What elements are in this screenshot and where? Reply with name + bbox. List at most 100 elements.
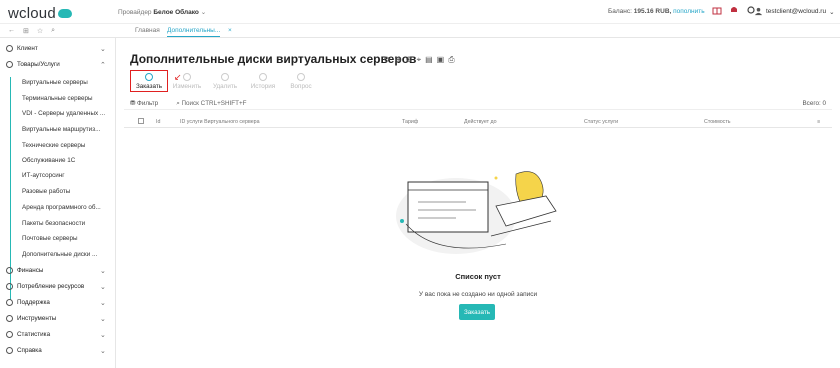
search-input[interactable]: ⌕ Поиск CTRL+SHIFT+F bbox=[176, 100, 246, 108]
user-icon bbox=[754, 7, 763, 16]
pin-icon[interactable]: ⌖ bbox=[417, 55, 422, 65]
filter-bar: ⛃ Фильтр ⌕ Поиск CTRL+SHIFT+F Всего: 0 bbox=[124, 98, 832, 110]
empty-state-illustration bbox=[396, 171, 557, 254]
columns-menu-icon[interactable]: ≡ bbox=[817, 119, 820, 125]
sidebar-item[interactable]: Почтовые серверы bbox=[22, 235, 78, 242]
table-header: Id ID услуги Виртуального сервера Тариф … bbox=[124, 116, 832, 128]
provider-selector[interactable]: Провайдер Белое Облако ⌄ bbox=[118, 8, 206, 16]
history-icon bbox=[259, 72, 267, 81]
sidebar-item[interactable]: Пакеты безопасности bbox=[22, 220, 85, 227]
question-button[interactable]: Вопрос bbox=[282, 70, 320, 92]
tab-home[interactable]: Главная bbox=[135, 27, 160, 34]
nav-icons: ← ⊞ ☆ ⌕ bbox=[8, 27, 55, 35]
search-icon[interactable]: ⌕ bbox=[51, 27, 55, 35]
provider-label: Провайдер bbox=[118, 9, 152, 16]
chevron-down-icon[interactable]: ⌄ bbox=[100, 299, 106, 307]
logo-text: wcloud bbox=[8, 5, 56, 22]
sidebar-group-label: Товары/Услуги bbox=[17, 61, 60, 68]
chevron-up-icon[interactable]: ⌃ bbox=[100, 61, 106, 69]
sidebar-group-finance[interactable]: Финансы bbox=[6, 267, 43, 274]
edit-label: Изменить bbox=[172, 82, 202, 90]
tab-additional-disks[interactable]: Дополнительны... bbox=[167, 27, 221, 37]
sidebar-group-tools[interactable]: Инструменты bbox=[6, 315, 56, 322]
toolbar: Заказать Изменить Удалить История Вопрос bbox=[130, 70, 320, 92]
sidebar-item-active[interactable]: Дополнительные диски ... bbox=[22, 251, 97, 258]
sidebar-group-help[interactable]: Справка bbox=[6, 347, 42, 354]
select-all-checkbox[interactable] bbox=[138, 118, 144, 124]
title-icons: ⟳ ⊕ ⚙ ⌖ ▤ ▣ ⎙ bbox=[384, 55, 455, 65]
sidebar-group-support[interactable]: Поддержка bbox=[6, 299, 50, 306]
header-icons bbox=[712, 5, 756, 15]
main-content: Дополнительные диски виртуальных серверо… bbox=[116, 38, 840, 368]
chevron-down-icon[interactable]: ⌄ bbox=[100, 45, 106, 53]
globe-icon[interactable]: ⊕ bbox=[395, 55, 402, 65]
provider-name: Белое Облако bbox=[153, 9, 199, 16]
empty-state-subtitle: У вас пока не создано ни одной записи bbox=[418, 291, 538, 298]
sidebar-group-label: Клиент bbox=[17, 45, 38, 52]
close-tab-icon[interactable]: × bbox=[228, 27, 232, 34]
star-icon[interactable]: ☆ bbox=[37, 27, 43, 35]
resources-icon bbox=[6, 283, 13, 290]
sidebar: Клиент ⌄ Товары/Услуги ⌃ Виртуальные сер… bbox=[0, 38, 116, 368]
trash-icon bbox=[221, 72, 229, 81]
sidebar-group-label: Потребление ресурсов bbox=[17, 283, 85, 290]
user-menu[interactable]: testclient@wcloud.ru ⌄ bbox=[754, 7, 835, 16]
gear-icon[interactable]: ⚙ bbox=[405, 55, 412, 65]
column-header-tariff[interactable]: Тариф bbox=[402, 119, 418, 125]
sidebar-item[interactable]: ИТ-аутсорсинг bbox=[22, 172, 65, 179]
sidebar-item[interactable]: VDI - Серверы удаленных ... bbox=[22, 110, 105, 117]
logo[interactable]: wcloud bbox=[8, 5, 72, 22]
client-icon bbox=[6, 45, 13, 52]
history-button[interactable]: История bbox=[244, 70, 282, 92]
print-icon[interactable]: ⎙ bbox=[448, 55, 454, 65]
chevron-down-icon[interactable]: ⌄ bbox=[100, 283, 106, 291]
back-icon[interactable]: ← bbox=[8, 27, 15, 35]
sidebar-group-label: Инструменты bbox=[17, 315, 57, 322]
column-header-service-id[interactable]: ID услуги Виртуального сервера bbox=[180, 119, 260, 125]
sidebar-group-statistics[interactable]: Статистика bbox=[6, 331, 50, 338]
column-header-id[interactable]: Id bbox=[156, 119, 160, 125]
sidebar-group-label: Справка bbox=[17, 347, 42, 354]
column-header-cost[interactable]: Стоимость bbox=[704, 119, 731, 125]
export-icon[interactable]: ▤ bbox=[425, 55, 433, 65]
plus-icon bbox=[145, 72, 153, 81]
balance-value: 195.16 RUB, bbox=[633, 8, 672, 15]
empty-order-button[interactable]: Заказать bbox=[459, 304, 495, 320]
products-icon bbox=[6, 61, 13, 68]
sitemap-icon[interactable]: ⊞ bbox=[23, 27, 29, 35]
chevron-down-icon[interactable]: ⌄ bbox=[100, 267, 106, 275]
question-icon bbox=[297, 72, 305, 81]
page-title: Дополнительные диски виртуальных серверо… bbox=[130, 52, 417, 66]
tools-icon bbox=[6, 315, 13, 322]
refresh-icon[interactable]: ⟳ bbox=[384, 55, 391, 65]
edit-icon bbox=[183, 72, 191, 81]
chevron-down-icon[interactable]: ⌄ bbox=[100, 347, 106, 355]
top-bar: wcloud Провайдер Белое Облако ⌄ Баланс: … bbox=[0, 0, 840, 24]
sidebar-item[interactable]: Виртуальные серверы bbox=[22, 79, 88, 86]
excel-icon[interactable]: ▣ bbox=[437, 55, 445, 65]
column-header-status[interactable]: Статус услуги bbox=[584, 119, 618, 125]
gift-icon[interactable] bbox=[712, 5, 722, 15]
sidebar-group-products[interactable]: Товары/Услуги bbox=[6, 61, 60, 68]
empty-state-title: Список пуст bbox=[455, 272, 501, 281]
top-up-link[interactable]: пополнить bbox=[673, 8, 705, 15]
sidebar-item[interactable]: Разовые работы bbox=[22, 188, 70, 195]
sidebar-item[interactable]: Обслуживание 1С bbox=[22, 157, 75, 164]
sidebar-item[interactable]: Терминальные серверы bbox=[22, 95, 93, 102]
filter-button[interactable]: ⛃ Фильтр bbox=[130, 100, 158, 107]
filter-label: Фильтр bbox=[137, 100, 159, 107]
sidebar-item[interactable]: Виртуальные маршрутиз... bbox=[22, 126, 100, 133]
delete-button[interactable]: Удалить bbox=[206, 70, 244, 92]
tabs-bar: ← ⊞ ☆ ⌕ Главная Дополнительны... × bbox=[0, 24, 840, 38]
column-header-valid-until[interactable]: Действует до bbox=[464, 119, 497, 125]
chevron-down-icon[interactable]: ⌄ bbox=[100, 331, 106, 339]
sidebar-group-resources[interactable]: Потребление ресурсов bbox=[6, 283, 84, 290]
order-button[interactable]: Заказать bbox=[130, 70, 168, 92]
sidebar-item[interactable]: Технические серверы bbox=[22, 142, 85, 149]
chevron-down-icon[interactable]: ⌄ bbox=[100, 315, 106, 323]
sidebar-group-label: Статистика bbox=[17, 331, 51, 338]
sidebar-group-client[interactable]: Клиент bbox=[6, 45, 38, 52]
bell-icon[interactable] bbox=[729, 5, 739, 15]
finance-icon bbox=[6, 267, 13, 274]
sidebar-item[interactable]: Аренда программного об... bbox=[22, 204, 101, 211]
